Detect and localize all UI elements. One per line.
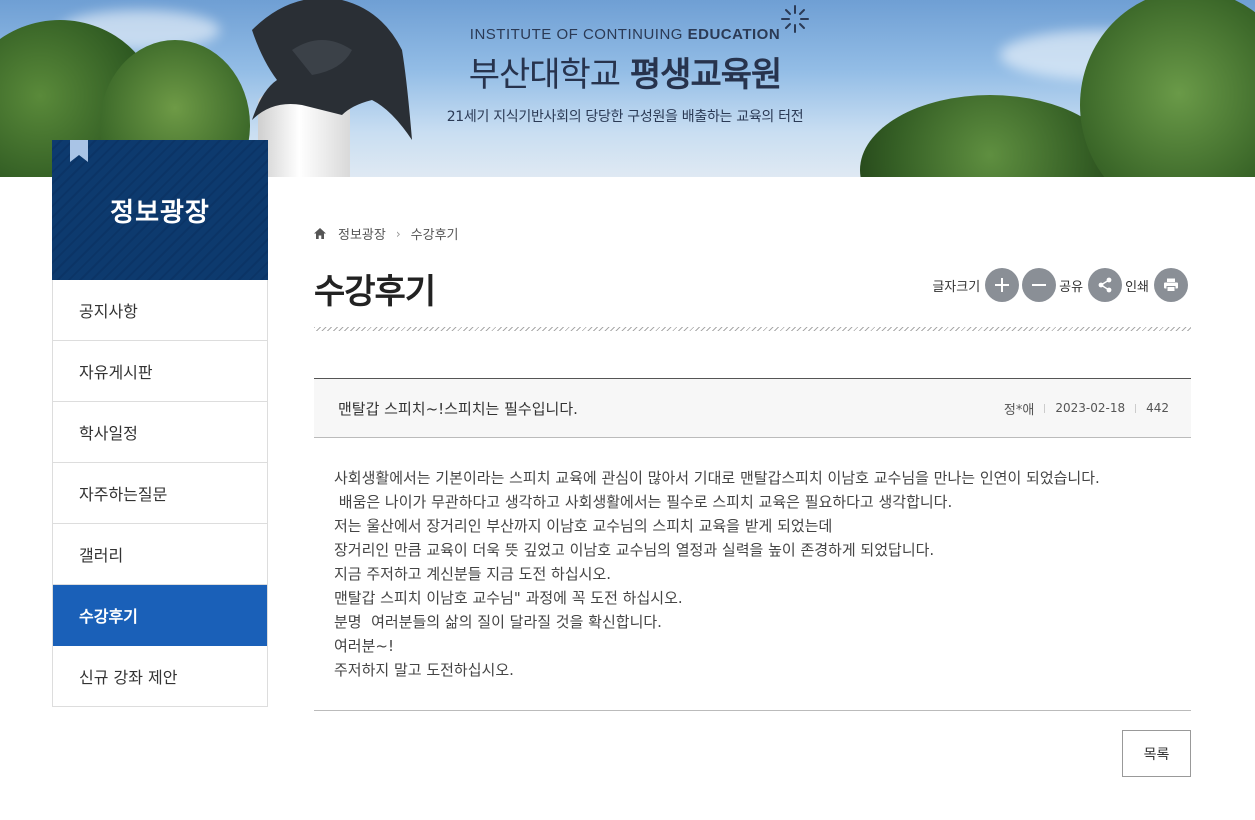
breadcrumb-item-current[interactable]: 수강후기 [411, 224, 459, 243]
sidebar-item-course-proposal[interactable]: 신규 강좌 제안 [53, 646, 267, 707]
print-icon [1164, 278, 1178, 292]
post-meta: 정*애 2023-02-18 442 [1004, 399, 1169, 418]
sidebar-title: 정보광장 [110, 197, 210, 228]
home-icon[interactable] [314, 228, 326, 239]
post-subject: 맨탈갑 스피치~!스피치는 필수입니다. [338, 399, 578, 418]
sidebar-item-notice[interactable]: 공지사항 [53, 280, 267, 341]
institute-logo[interactable]: INSTITUTE OF CONTINUING EDUCATION 부산대학교 … [400, 26, 850, 126]
post-bottom-divider [314, 710, 1191, 711]
post-body: 사회생활에서는 기본이라는 스피치 교육에 관심이 많아서 기대로 맨탈갑스피치… [334, 466, 1184, 682]
institute-en-bold: EDUCATION [687, 26, 781, 43]
share-label: 공유 [1059, 279, 1084, 295]
eagle-statue [252, 0, 412, 140]
post-line: 저는 울산에서 장거리인 부산까지 이남호 교수님의 스피치 교육을 받게 되었… [334, 517, 833, 535]
post-line: 장거리인 만큼 교육이 더욱 뜻 깊었고 이남호 교수님의 열정과 실력을 높이… [334, 541, 935, 559]
sidebar-item-gallery[interactable]: 갤러리 [53, 524, 267, 585]
post-date: 2023-02-18 [1055, 401, 1126, 415]
page-tools: 글자크기 공유 인쇄 [932, 268, 1191, 302]
meta-divider [1044, 403, 1046, 413]
post-line: 맨탈갑 스피치 이남호 교수님" 과정에 꼭 도전 하십시오. [334, 589, 683, 607]
post-line: 여러분~! [334, 637, 394, 655]
sidebar-menu: 공지사항 자유게시판 학사일정 자주하는질문 갤러리 수강후기 신규 강좌 제안 [52, 280, 268, 707]
list-button[interactable]: 목록 [1122, 730, 1191, 777]
minus-icon [1032, 284, 1047, 286]
post-line: 주저하지 말고 도전하십시오. [334, 661, 514, 679]
breadcrumb-item[interactable]: 정보광장 [338, 224, 386, 243]
font-increase-button[interactable] [985, 268, 1020, 302]
breadcrumb: 정보광장 › 수강후기 [314, 224, 459, 243]
institute-english-name: INSTITUTE OF CONTINUING EDUCATION [400, 26, 850, 43]
bookmark-icon [70, 140, 88, 162]
tree [1080, 0, 1255, 177]
font-decrease-button[interactable] [1022, 268, 1057, 302]
sidebar-item-academic-calendar[interactable]: 학사일정 [53, 402, 267, 463]
share-button[interactable] [1088, 268, 1123, 302]
post-line: 배움은 나이가 무관하다고 생각하고 사회생활에서는 필수로 스피치 교육은 필… [334, 493, 953, 511]
sidebar-header: 정보광장 [52, 140, 268, 280]
print-label: 인쇄 [1125, 279, 1149, 295]
font-size-label: 글자크기 [932, 279, 981, 295]
title-divider [314, 327, 1191, 331]
institute-slogan: 21세기 지식기반사회의 당당한 구성원을 배출하는 교육의 터전 [446, 109, 804, 125]
post-line: 사회생활에서는 기본이라는 스피치 교육에 관심이 많아서 기대로 맨탈갑스피치… [334, 469, 1100, 487]
print-button[interactable] [1154, 268, 1188, 302]
meta-divider [1135, 403, 1137, 413]
post-views: 442 [1146, 401, 1169, 415]
institute-title-light: 부산대학교 [468, 55, 630, 95]
sidebar-item-faq[interactable]: 자주하는질문 [53, 463, 267, 524]
page-title: 수강후기 [314, 272, 436, 312]
post-header: 맨탈갑 스피치~!스피치는 필수입니다. 정*애 2023-02-18 442 [314, 378, 1191, 438]
institute-title: 부산대학교 평생교육원 [400, 47, 850, 96]
sidebar-item-free-board[interactable]: 자유게시판 [53, 341, 267, 402]
institute-title-bold: 평생교육원 [629, 55, 782, 95]
post-author: 정*애 [1003, 402, 1035, 418]
institute-en-prefix: INSTITUTE OF CONTINUING [469, 26, 688, 43]
plus-icon [995, 278, 1010, 292]
share-icon [1098, 277, 1112, 293]
post-line: 지금 주저하고 계신분들 지금 도전 하십시오. [334, 565, 612, 583]
chevron-right-icon: › [395, 226, 401, 241]
post-line: 분명 여러분들의 삶의 질이 달라질 것을 확신합니다. [334, 613, 662, 631]
sidebar-item-course-reviews[interactable]: 수강후기 [53, 585, 267, 646]
